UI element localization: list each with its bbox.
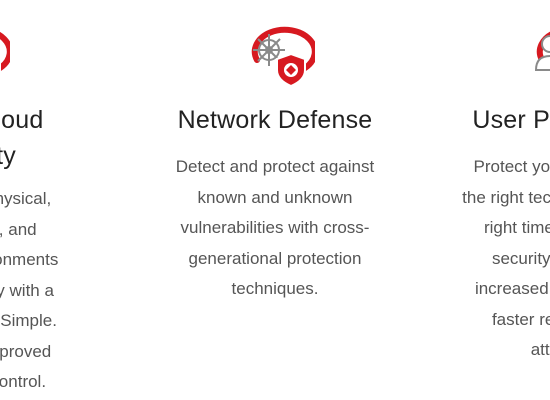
feature-hybrid-cloud: Hybrid Cloud Security Secure your physic… [0,0,95,398]
feature-section: Hybrid Cloud Security Secure your physic… [0,0,550,400]
feature-title-line1: Hybrid Cloud [0,106,44,134]
description-line: more effectively with a [0,280,54,300]
description-line: attacks. [530,340,550,359]
description-line: Secure your physical, [0,189,52,208]
feature-description: Detect and protect against known and unk… [158,152,393,305]
feature-title-line2: Security [0,142,16,170]
description-line: container environments [0,250,59,269]
feature-title: User Protection [472,106,550,134]
description-line: faster response to [491,309,550,329]
description-line: single solution. Simple. [0,311,57,330]
server-shield-icon [0,24,10,88]
description-line: known and unknown [197,187,353,207]
description-line: Detect and protect against [175,157,375,176]
description-line: visibility and control. [0,372,47,391]
user-shield-icon [520,24,550,88]
description-line: Protect your users with [473,157,550,176]
feature-description: Secure your physical, virtual, cloud, an… [0,184,88,398]
description-line: security that gives [491,248,550,268]
description-line: vulnerabilities with cross- [180,218,370,237]
feature-description: Protect your users with the right techni… [443,152,550,366]
description-line: increased visibility and [474,279,550,298]
description-line: Automated. Improved [0,341,52,361]
description-line: generational protection [188,248,362,268]
feature-title: Network Defense [177,106,373,134]
feature-network-defense: Network Defense Detect and protect again… [150,0,400,305]
description-line: techniques. [231,279,319,298]
description-line: right time with smart [483,218,550,237]
description-line: the right techniques at the [462,187,550,207]
network-shield-icon [235,24,315,88]
feature-user-protection: User Protection Protect your users with … [435,0,550,366]
description-line: virtual, cloud, and [0,219,37,239]
